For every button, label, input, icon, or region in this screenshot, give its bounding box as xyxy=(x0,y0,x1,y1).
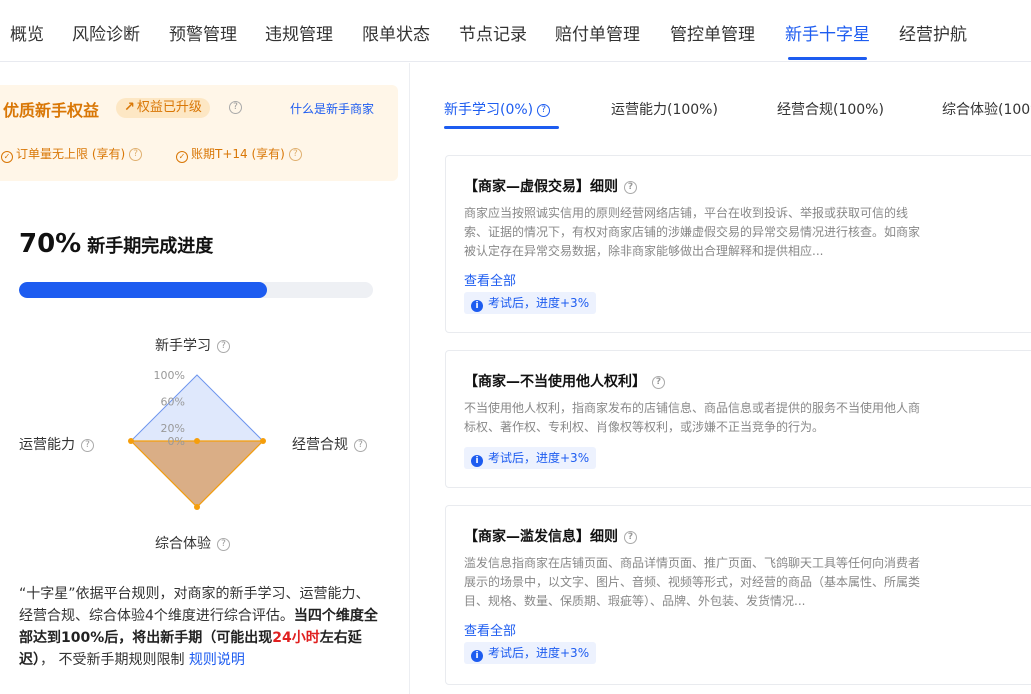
radar-data-area xyxy=(129,440,265,508)
rule-card-title: 【商家—滥发信息】细则? xyxy=(464,526,637,546)
subtab-business-compliance[interactable]: 经营合规(100%) xyxy=(777,99,884,119)
right-panel: 新手学习(0%)? 运营能力(100%) 经营合规(100%) 综合体验(100… xyxy=(411,63,1031,694)
what-is-newbie-link[interactable]: 什么是新手商家 xyxy=(290,100,374,117)
radar-tick-label: 60% xyxy=(161,395,185,408)
description-highlight: 24小时 xyxy=(272,630,320,646)
benefit-title: 优质新手权益 xyxy=(3,101,100,120)
tab-warning-management[interactable]: 预警管理 xyxy=(169,20,237,45)
rule-title-text: 【商家—滥发信息】细则 xyxy=(464,529,618,545)
info-icon: i xyxy=(471,300,483,312)
active-subtab-indicator xyxy=(444,126,559,129)
benefit-banner: 优质新手权益 ↗ 权益已升级 ? 什么是新手商家 ✓ 订单量无上限 (享有)? ✓ 账… xyxy=(0,85,398,181)
upgrade-badge: ↗ 权益已升级 xyxy=(116,98,210,118)
tab-risk-diagnosis[interactable]: 风险诊断 xyxy=(72,20,140,45)
tip-text: 考试后，进度+3% xyxy=(488,296,590,310)
rule-card-body: 滥发信息指商家在店铺页面、商品详情页面、推广页面、飞鸽聊天工具等任何向消费者展示… xyxy=(464,556,921,608)
cross-star-description: “十字星”依据平台规则，对商家的新手学习、运营能力、经营合规、综合体验4个维度进… xyxy=(19,583,379,671)
tab-order-limit-status[interactable]: 限单状态 xyxy=(362,20,430,45)
rule-card-body: 不当使用他人权利，指商家发布的店铺信息、商品信息或者提供的服务不当使用他人商标权… xyxy=(464,401,921,434)
exam-progress-tip: i 考试后，进度+3% xyxy=(464,447,597,469)
upgrade-badge-label: 权益已升级 xyxy=(136,100,202,115)
description-tail: ， 不受新手期规则限制 xyxy=(40,652,185,668)
help-icon[interactable]: ? xyxy=(624,180,637,194)
subtab-overall-experience[interactable]: 综合体验(100%) xyxy=(942,99,1031,119)
rule-title-text: 【商家—虚假交易】细则 xyxy=(464,179,618,195)
rule-title-text: 【商家—不当使用他人权利】 xyxy=(464,374,646,390)
check-icon: ✓ xyxy=(1,151,13,163)
arrow-up-right-icon: ↗ xyxy=(124,100,135,115)
active-tab-indicator xyxy=(788,57,867,60)
perk-payment-term: ✓ 账期T+14 (享有)? xyxy=(176,145,302,163)
progress-percent: 70% xyxy=(19,229,82,259)
tab-violation-management[interactable]: 违规管理 xyxy=(265,20,333,45)
help-icon[interactable]: ? xyxy=(537,103,551,117)
progress-bar-fill xyxy=(19,282,267,298)
help-icon[interactable]: ? xyxy=(624,530,637,544)
rule-card-body: 商家应当按照诚实信用的原则经营网络店铺，平台在收到投诉、举报或获取可信的线索、证… xyxy=(464,206,921,258)
help-icon[interactable]: ? xyxy=(229,101,242,114)
radar-point xyxy=(194,504,200,510)
subtab-newbie-learning[interactable]: 新手学习(0%)? xyxy=(444,99,551,119)
tab-compensation-management[interactable]: 赔付单管理 xyxy=(555,20,640,45)
tab-node-records[interactable]: 节点记录 xyxy=(459,20,527,45)
tip-text: 考试后，进度+3% xyxy=(488,646,590,660)
radar-point xyxy=(128,438,134,444)
subtab-operation-ability[interactable]: 运营能力(100%) xyxy=(611,99,718,119)
rule-card-title: 【商家—虚假交易】细则? xyxy=(464,176,637,196)
rule-card: 【商家—滥发信息】细则? 滥发信息指商家在店铺页面、商品详情页面、推广页面、飞鸽… xyxy=(445,505,1031,685)
tab-control-management[interactable]: 管控单管理 xyxy=(670,20,755,45)
perk-label: 订单量无上限 (享有) xyxy=(16,147,126,161)
tab-business-escort[interactable]: 经营护航 xyxy=(899,20,967,45)
radar-chart: 新手学习? 经营合规? 综合体验? 运营能力? 100% 60% 20% 0% xyxy=(0,323,400,563)
progress-title: 70% 新手期完成进度 xyxy=(19,229,213,259)
help-icon[interactable]: ? xyxy=(129,148,143,161)
help-icon[interactable]: ? xyxy=(652,375,665,389)
help-icon[interactable]: ? xyxy=(288,148,302,161)
perk-order-unlimited: ✓ 订单量无上限 (享有)? xyxy=(1,145,143,163)
tab-overview[interactable]: 概览 xyxy=(10,20,44,45)
info-icon: i xyxy=(471,650,483,662)
perk-label: 账期T+14 (享有) xyxy=(191,147,285,161)
left-panel: 优质新手权益 ↗ 权益已升级 ? 什么是新手商家 ✓ 订单量无上限 (享有)? ✓ 账… xyxy=(0,63,410,694)
view-all-link[interactable]: 查看全部 xyxy=(464,270,516,289)
radar-tick-label: 100% xyxy=(154,369,185,382)
radar-tick-label: 0% xyxy=(168,435,185,448)
subtab-label: 新手学习(0%) xyxy=(444,102,534,118)
check-icon: ✓ xyxy=(176,151,188,163)
tip-text: 考试后，进度+3% xyxy=(488,451,590,465)
info-icon: i xyxy=(471,455,483,467)
tab-newbie-cross-star[interactable]: 新手十字星 xyxy=(785,20,870,45)
exam-progress-tip: i 考试后，进度+3% xyxy=(464,642,597,664)
exam-progress-tip: i 考试后，进度+3% xyxy=(464,292,597,314)
radar-point xyxy=(260,438,266,444)
rule-card-title: 【商家—不当使用他人权利】? xyxy=(464,371,665,391)
rule-card: 【商家—虚假交易】细则? 商家应当按照诚实信用的原则经营网络店铺，平台在收到投诉… xyxy=(445,155,1031,333)
progress-label: 新手期完成进度 xyxy=(87,236,214,257)
progress-bar xyxy=(19,282,373,298)
radar-point xyxy=(194,438,200,444)
top-nav: 概览 风险诊断 预警管理 违规管理 限单状态 节点记录 赔付单管理 管控单管理 … xyxy=(0,0,1031,62)
radar-tick-label: 20% xyxy=(161,422,185,435)
rules-link[interactable]: 规则说明 xyxy=(189,652,245,668)
rule-card: 【商家—不当使用他人权利】? 不当使用他人权利，指商家发布的店铺信息、商品信息或… xyxy=(445,350,1031,488)
view-all-link[interactable]: 查看全部 xyxy=(464,620,516,639)
radar-svg: 100% 60% 20%0% xyxy=(128,369,266,510)
